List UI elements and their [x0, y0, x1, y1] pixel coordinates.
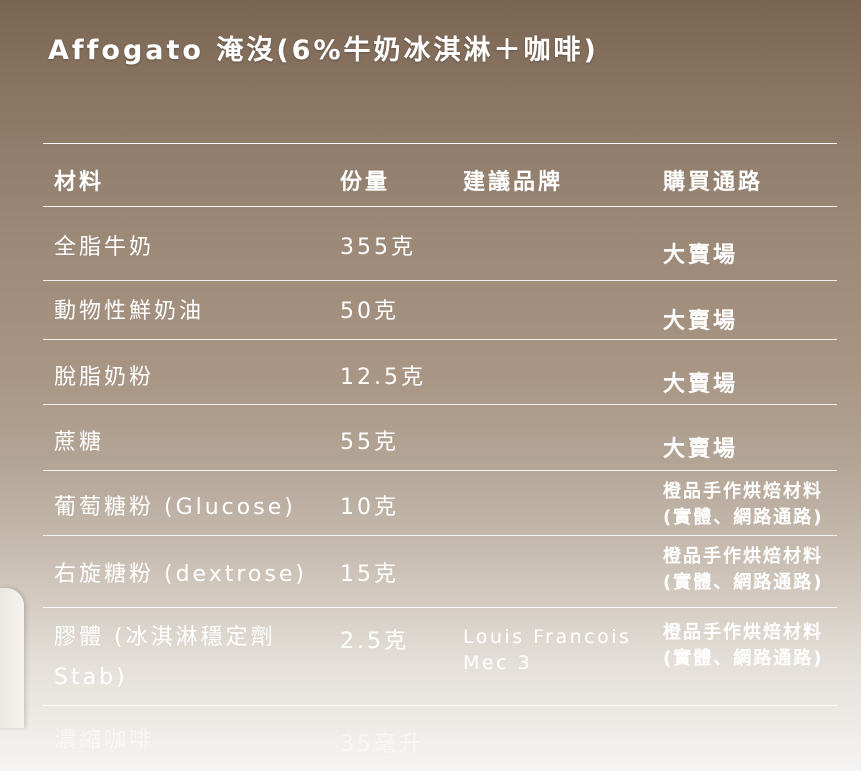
table-header-row: 材料 份量 建議品牌 購買通路	[43, 143, 837, 207]
table-row: 膠體 (冰淇淋穩定劑 Stab) 2.5克 Louis Francois Mec…	[43, 608, 837, 706]
ingredients-table: 材料 份量 建議品牌 購買通路 全脂牛奶 355克 大賣場 動物性鮮奶油 50克…	[43, 143, 837, 766]
page-title: Affogato 淹沒(6%牛奶冰淇淋＋咖啡)	[48, 35, 599, 66]
header-amount: 份量	[340, 170, 391, 195]
channel-cell: 大賣場	[663, 243, 739, 268]
amount-cell: 355克	[340, 235, 416, 260]
header-material: 材料	[54, 170, 105, 195]
channel-cell: 橙品手作烘焙材料 (實體、網路通路)	[663, 622, 824, 669]
channel-cell: 橙品手作烘焙材料 (實體、網路通路)	[663, 546, 824, 593]
table-row: 蔗糖 55克 大賣場	[43, 405, 837, 471]
amount-cell: 10克	[340, 495, 399, 520]
amount-cell: 15克	[340, 562, 399, 587]
material-cell: 濃縮咖啡	[54, 728, 155, 753]
table-row: 動物性鮮奶油 50克 大賣場	[43, 281, 837, 340]
amount-cell: 55克	[340, 430, 399, 455]
material-cell: 脫脂奶粉	[54, 365, 155, 390]
header-brand: 建議品牌	[463, 170, 564, 195]
brand-cell: Louis Francois Mec 3	[463, 626, 632, 674]
header-channel: 購買通路	[663, 170, 764, 195]
channel-cell: 大賣場	[663, 309, 739, 334]
channel-cell: 大賣場	[663, 437, 739, 462]
material-cell: 動物性鮮奶油	[54, 299, 205, 324]
cup-image	[0, 588, 24, 728]
material-cell: 全脂牛奶	[54, 235, 155, 260]
table-row: 葡萄糖粉 (Glucose) 10克 橙品手作烘焙材料 (實體、網路通路)	[43, 471, 837, 536]
table-row: 濃縮咖啡 35毫升	[43, 706, 837, 766]
channel-cell: 大賣場	[663, 372, 739, 397]
amount-cell: 35毫升	[340, 732, 424, 757]
table-row: 脫脂奶粉 12.5克 大賣場	[43, 340, 837, 405]
material-cell: 蔗糖	[54, 430, 105, 455]
amount-cell: 12.5克	[340, 365, 426, 390]
table-row: 全脂牛奶 355克 大賣場	[43, 207, 837, 281]
table-row: 右旋糖粉 (dextrose) 15克 橙品手作烘焙材料 (實體、網路通路)	[43, 536, 837, 608]
material-cell: 葡萄糖粉 (Glucose)	[54, 495, 296, 520]
channel-cell: 橙品手作烘焙材料 (實體、網路通路)	[663, 481, 824, 528]
amount-cell: 50克	[340, 299, 399, 324]
material-cell: 右旋糖粉 (dextrose)	[54, 562, 307, 587]
amount-cell: 2.5克	[340, 629, 409, 654]
material-cell: 膠體 (冰淇淋穩定劑 Stab)	[54, 625, 276, 690]
